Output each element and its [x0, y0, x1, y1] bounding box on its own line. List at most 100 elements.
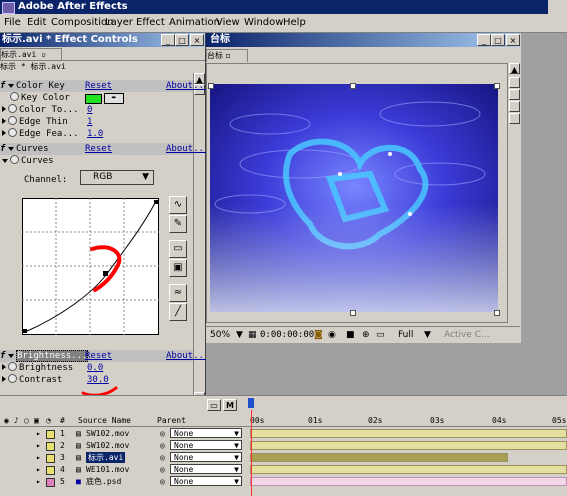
time-ruler-top[interactable] [248, 398, 567, 412]
layer-duration-bar[interactable] [250, 453, 508, 462]
layer-name[interactable]: SW102.mov [86, 428, 129, 439]
layer-row[interactable]: ▸ 4 ▤ WE101.mov ◎ None ▼ [0, 464, 567, 475]
expand-arrow-icon[interactable]: ▸ [36, 464, 41, 475]
maximize-button[interactable]: □ [491, 34, 505, 46]
smooth-icon[interactable]: ≈ [169, 284, 187, 302]
layer-duration-bar[interactable] [250, 429, 567, 438]
pickwhip-icon[interactable]: ◎ [160, 452, 165, 463]
handle[interactable] [350, 310, 356, 316]
menu-file[interactable]: File [4, 17, 21, 28]
fx-icon[interactable]: f [0, 350, 8, 362]
expand-arrow-icon[interactable] [8, 354, 14, 358]
chevron-down-icon[interactable]: ▼ [424, 327, 431, 343]
layer-row[interactable]: ▸ 2 ▤ SW102.mov ◎ None ▼ [0, 440, 567, 451]
composition-viewer[interactable] [206, 63, 508, 323]
label-color[interactable] [46, 466, 55, 475]
layer-row[interactable]: ▸ 1 ▤ SW102.mov ◎ None ▼ [0, 428, 567, 439]
pickwhip-icon[interactable]: ◎ [160, 464, 165, 475]
parent-select[interactable]: None ▼ [170, 464, 242, 474]
camera-snapshot-icon[interactable]: ◙ [314, 327, 323, 343]
open-folder-icon[interactable]: ▭ [169, 240, 187, 258]
menu-help[interactable]: Help [283, 17, 306, 28]
about-link[interactable]: About... [166, 143, 209, 155]
timecode[interactable]: 0:00:00:00 [260, 327, 314, 343]
reset-link[interactable]: Reset [85, 143, 112, 155]
expand-arrow-icon[interactable] [8, 147, 14, 151]
region-icon[interactable]: ▭ [376, 327, 385, 343]
panel-icon[interactable] [509, 77, 520, 88]
menu-window[interactable]: Window [244, 17, 283, 28]
current-time-indicator-icon[interactable] [248, 398, 254, 408]
parent-select[interactable]: None ▼ [170, 452, 242, 462]
expand-arrow-icon[interactable] [8, 84, 14, 88]
menu-view[interactable]: View [216, 17, 240, 28]
expand-arrow-icon[interactable] [2, 364, 6, 370]
layer-name[interactable]: SW102.mov [86, 440, 129, 451]
about-link[interactable]: About... [166, 80, 209, 92]
menu-effect[interactable]: Effect [136, 17, 165, 28]
resolution-select[interactable]: Full [398, 327, 413, 343]
label-color[interactable] [46, 478, 55, 487]
key-color-swatch[interactable] [85, 94, 102, 104]
chevron-down-icon[interactable]: ▼ [236, 327, 243, 343]
expand-arrow-icon[interactable] [2, 106, 6, 112]
layer-row[interactable]: ▸ 3 ▤ 标示.avi ◎ None ▼ [0, 452, 567, 463]
grid-toggle-icon[interactable]: ▦ [248, 327, 257, 343]
handle[interactable] [494, 83, 500, 89]
label-color[interactable] [46, 430, 55, 439]
grid-icon[interactable] [509, 89, 520, 100]
menu-layer[interactable]: Layer [105, 17, 133, 28]
minimize-button[interactable]: _ [477, 34, 491, 46]
edge-fea-value[interactable]: 1.0 [87, 128, 103, 140]
reset-link[interactable]: Reset [85, 80, 112, 92]
layer-name[interactable]: 底色.psd [86, 476, 121, 487]
layer-row[interactable]: ▸ 5 ■ 底色.psd ◎ None ▼ [0, 476, 567, 487]
label-color[interactable] [46, 442, 55, 451]
reset-link[interactable]: Reset [85, 350, 112, 362]
expand-arrow-icon[interactable] [2, 130, 6, 136]
layer-name[interactable]: WE101.mov [86, 464, 129, 475]
effect-curves-row[interactable]: f Curves Reset About... [0, 143, 209, 155]
timeline-toolbar-icon[interactable]: ▭ [207, 399, 221, 411]
channel-icon[interactable]: ◉ [328, 327, 336, 343]
parent-select[interactable]: None ▼ [170, 428, 242, 438]
curve-tool-icon[interactable]: ∿ [169, 196, 187, 214]
minimize-button[interactable]: _ [161, 34, 175, 46]
pickwhip-icon[interactable]: ◎ [160, 476, 165, 487]
handle[interactable] [494, 310, 500, 316]
handle[interactable] [208, 83, 214, 89]
reset-curve-icon[interactable]: ╱ [169, 303, 187, 321]
stopwatch-icon[interactable] [8, 374, 17, 383]
layers-icon[interactable] [509, 101, 520, 112]
menu-edit[interactable]: Edit [27, 17, 46, 28]
handle[interactable] [350, 83, 356, 89]
expand-arrow-icon[interactable]: ▸ [36, 428, 41, 439]
layer-name[interactable]: 标示.avi [86, 452, 126, 463]
expand-arrow-icon[interactable]: ▸ [36, 476, 41, 487]
stopwatch-icon[interactable] [8, 362, 17, 371]
motion-blur-icon[interactable]: M [223, 399, 237, 411]
parent-select[interactable]: None ▼ [170, 476, 242, 486]
close-button[interactable]: × [506, 34, 520, 46]
curve-point[interactable] [103, 271, 108, 276]
settings-icon[interactable] [509, 113, 520, 124]
expand-arrow-icon[interactable] [2, 376, 6, 382]
about-link[interactable]: About... [166, 350, 209, 362]
stopwatch-icon[interactable] [10, 155, 19, 164]
label-color[interactable] [46, 454, 55, 463]
close-button[interactable]: × [190, 34, 204, 46]
effect-brightness-contrast-row[interactable]: f Brightness... Reset About... [0, 350, 209, 362]
brightness-value[interactable]: 0.0 [87, 362, 103, 374]
save-disk-icon[interactable]: ▣ [169, 259, 187, 277]
pickwhip-icon[interactable]: ◎ [160, 440, 165, 451]
tab-effect-controls[interactable]: 标示.avi ▫ [0, 48, 62, 60]
tab-composition[interactable]: 台标 ▫ [206, 49, 248, 62]
expand-arrow-icon[interactable]: ▸ [36, 440, 41, 451]
color-swatch-icon[interactable]: ■ [346, 327, 355, 343]
maximize-button[interactable]: □ [175, 34, 189, 46]
channel-dropdown[interactable]: RGB ▼ [80, 170, 154, 185]
expand-arrow-icon[interactable] [2, 118, 6, 124]
parent-select[interactable]: None ▼ [170, 440, 242, 450]
fx-icon[interactable]: f [0, 143, 8, 155]
stopwatch-icon[interactable] [10, 92, 19, 101]
